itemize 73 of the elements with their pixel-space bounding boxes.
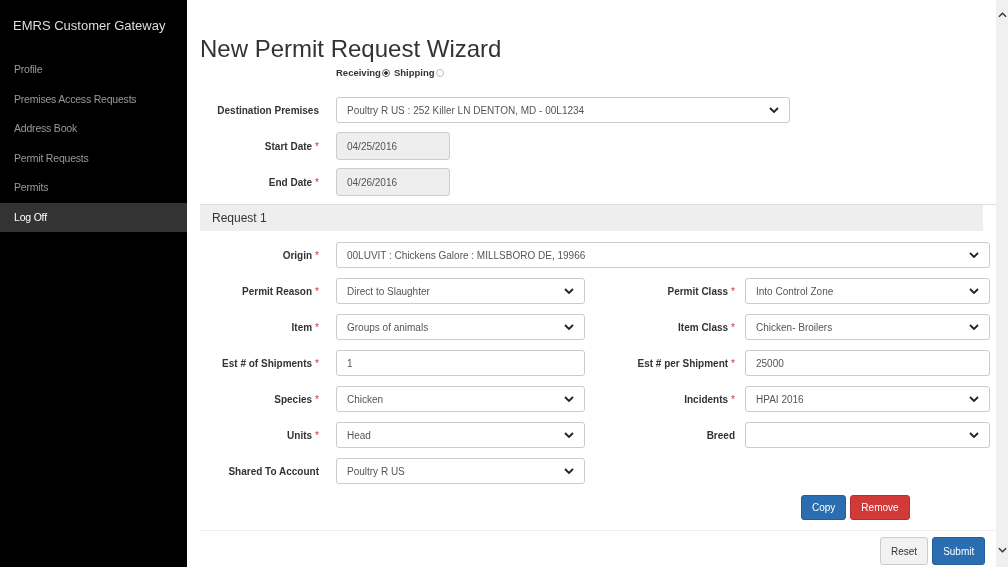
chevron-icon <box>969 324 979 330</box>
required-mark: * <box>315 140 319 152</box>
field-label: Permit Class * <box>666 285 735 297</box>
scroll-down-icon[interactable] <box>997 547 1007 553</box>
required-mark: * <box>315 285 319 297</box>
chevron-icon <box>564 288 574 294</box>
radio-icon[interactable] <box>435 68 444 77</box>
chevron-icon <box>564 396 574 402</box>
field-label: Est # per Shipment * <box>636 357 735 369</box>
select-field[interactable]: Head <box>336 422 585 448</box>
field-label: Incidents * <box>683 393 735 405</box>
radio-icon[interactable] <box>381 68 390 77</box>
select-field[interactable]: Poultry R US : 252 Killer LN DENTON, MD - 00L1234 <box>336 97 790 123</box>
required-mark: * <box>315 357 319 369</box>
form-button[interactable]: Submit <box>932 537 986 565</box>
required-mark: * <box>315 249 319 261</box>
select-field[interactable]: Direct to Slaughter <box>336 278 585 304</box>
brand-title: EMRS Customer Gateway <box>12 17 167 35</box>
scrollbar[interactable] <box>996 0 1008 567</box>
action-button[interactable]: Copy <box>801 495 847 520</box>
required-mark: * <box>315 393 319 405</box>
chevron-icon <box>769 107 779 113</box>
required-mark: * <box>731 357 735 369</box>
required-mark: * <box>731 321 735 333</box>
select-field[interactable]: 00LUVIT : Chickens Galore : MILLSBORO DE, 19966 <box>336 242 990 268</box>
chevron-icon <box>969 396 979 402</box>
field-label: Species * <box>273 393 319 405</box>
field-label: Permit Reason * <box>241 285 319 297</box>
sidebar-item[interactable]: Profile <box>0 55 187 85</box>
select-field[interactable]: HPAI 2016 <box>745 386 990 412</box>
select-field[interactable]: Chicken- Broilers <box>745 314 990 340</box>
chevron-icon <box>969 432 979 438</box>
chevron-icon <box>969 288 979 294</box>
field-label: Units * <box>286 429 319 441</box>
scroll-up-icon[interactable] <box>997 12 1007 18</box>
input-field[interactable]: 1 <box>336 350 585 376</box>
form-button[interactable]: Reset <box>880 537 929 565</box>
chevron-icon <box>564 432 574 438</box>
select-field[interactable]: Groups of animals <box>336 314 585 340</box>
select-field[interactable]: Chicken <box>336 386 585 412</box>
sidebar-item[interactable]: Log Off <box>0 202 187 232</box>
chevron-icon <box>564 324 574 330</box>
chevron-icon <box>969 252 979 258</box>
select-field[interactable] <box>745 422 990 448</box>
date-field[interactable]: 04/25/2016 <box>336 132 450 160</box>
field-label: Start Date * <box>263 140 319 152</box>
sidebar-item[interactable]: Premises Access Requests <box>0 84 187 114</box>
select-field[interactable]: Into Control Zone <box>745 278 990 304</box>
field-label: Shared To Account <box>227 465 319 477</box>
radio-option[interactable]: Receiving <box>336 67 390 78</box>
page-title: New Permit Request Wizard <box>200 35 503 63</box>
sidebar-item[interactable]: Permit Requests <box>0 143 187 173</box>
select-field[interactable]: Poultry R US <box>336 458 585 484</box>
field-label: Breed <box>705 429 735 441</box>
field-label: End Date * <box>267 176 319 188</box>
field-label: Item * <box>290 321 319 333</box>
date-field[interactable]: 04/26/2016 <box>336 168 450 196</box>
sidebar-item[interactable]: Permits <box>0 173 187 203</box>
field-label: Est # of Shipments * <box>221 357 319 369</box>
field-label: Item Class * <box>677 321 735 333</box>
panel-title: Request 1 <box>212 211 267 225</box>
action-button[interactable]: Remove <box>850 495 910 520</box>
required-mark: * <box>731 285 735 297</box>
field-label: Destination Premises <box>216 104 319 116</box>
required-mark: * <box>731 393 735 405</box>
field-label: Origin * <box>281 249 319 261</box>
required-mark: * <box>315 176 319 188</box>
sidebar-item[interactable]: Address Book <box>0 114 187 144</box>
chevron-icon <box>564 468 574 474</box>
required-mark: * <box>315 429 319 441</box>
radio-option[interactable]: Shipping <box>393 67 444 78</box>
input-field[interactable]: 25000 <box>745 350 990 376</box>
required-mark: * <box>315 321 319 333</box>
